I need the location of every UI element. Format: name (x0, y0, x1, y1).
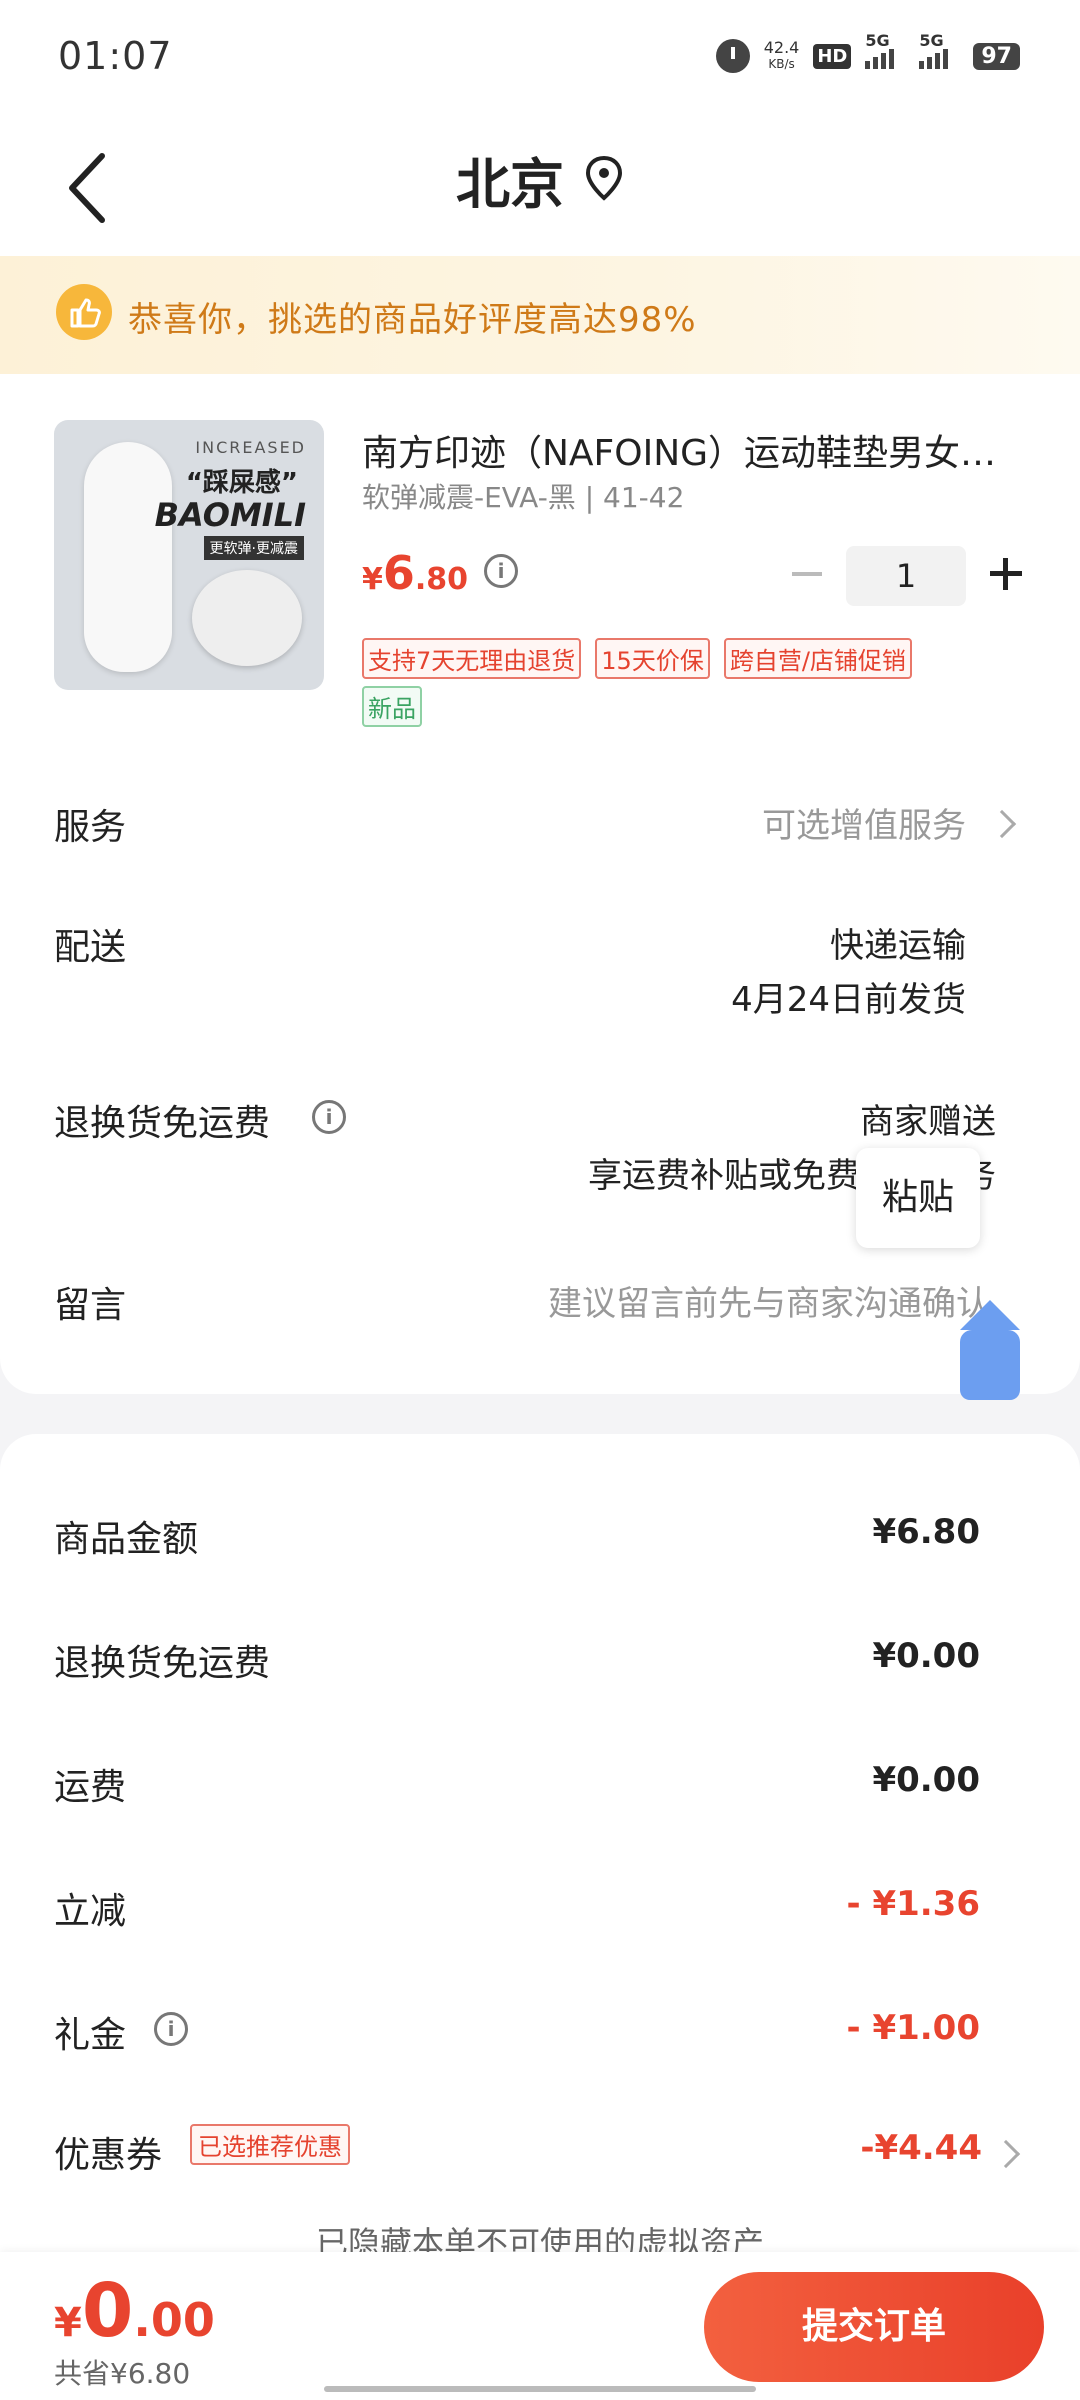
product-spec[interactable]: 软弹减震-EVA-黑 | 41-42 (362, 476, 684, 516)
paste-popup[interactable]: 粘贴 (856, 1148, 980, 1248)
return-fee-value: ¥0.00 (872, 1636, 980, 1676)
price-symbol: ¥ (362, 562, 383, 597)
goods-amount-value: ¥6.80 (872, 1512, 980, 1552)
signal-label-2: 5G (919, 31, 944, 50)
product-tags: 支持7天无理由退货 15天价保 跨自营/店铺促销 (362, 638, 912, 679)
insole-image (84, 442, 172, 672)
quantity-plus-button[interactable] (986, 554, 1026, 594)
delivery-method[interactable]: 快递运输 (830, 918, 966, 967)
signal-icon-2: 5G (919, 31, 959, 69)
status-time: 01:07 (58, 34, 173, 78)
page-title[interactable]: 北京 (0, 140, 1080, 219)
instant-discount-value: - ¥1.36 (846, 1884, 981, 1924)
thumbs-up-icon (56, 284, 112, 340)
total-int: 0 (81, 2268, 134, 2354)
coupon-label[interactable]: 优惠券 (54, 2126, 162, 2178)
gift-value: - ¥1.00 (846, 2008, 981, 2048)
hd-icon: HD (813, 43, 852, 69)
return-shipping-value: 商家赠送 (860, 1102, 996, 1142)
product-image[interactable]: INCREASED “踩屎感” BAOMILI 更软弹·更减震 (54, 420, 324, 690)
service-value[interactable]: 可选增值服务 (762, 798, 966, 847)
image-text-2: “踩屎感” (185, 468, 298, 498)
instant-discount-label: 立减 (54, 1891, 127, 1932)
price-info-icon[interactable]: i (484, 554, 518, 588)
coupon-tag: 已选推荐优惠 (190, 2124, 350, 2165)
tag-promo: 跨自营/店铺促销 (723, 638, 912, 679)
network-speed-unit: KB/s (768, 57, 795, 71)
saved-amount: 共省¥6.80 (54, 2357, 191, 2390)
banner-text: 恭喜你，挑选的商品好评度高达98% (128, 300, 697, 340)
alarm-icon (715, 39, 750, 73)
gift-label: 礼金 (54, 2015, 127, 2056)
service-chevron-icon[interactable] (987, 809, 1017, 839)
image-text-1: INCREASED (195, 438, 306, 457)
price-dec: .80 (414, 562, 469, 597)
tag-new: 新品 (362, 686, 422, 727)
total-price: ¥0.00 (54, 2268, 215, 2354)
signal-icon-1: 5G (865, 31, 905, 69)
text-cursor-handle[interactable] (960, 1300, 1020, 1400)
location-pin-icon[interactable] (584, 154, 624, 202)
price-int: 6 (382, 546, 415, 600)
quantity-minus-button[interactable] (786, 554, 826, 594)
submit-order-button[interactable]: 提交订单 (704, 2272, 1044, 2382)
image-text-4: 更软弹·更减震 (203, 536, 304, 560)
quantity-input[interactable]: 1 (846, 546, 966, 606)
foam-image (192, 570, 302, 666)
goods-amount-label: 商品金额 (54, 1519, 199, 1560)
status-icons: 42.4 KB/s HD 5G 5G 97 (715, 31, 1020, 76)
shipping-value: ¥0.00 (872, 1760, 980, 1800)
home-indicator[interactable] (324, 2386, 756, 2392)
total-symbol: ¥ (54, 2300, 82, 2346)
tag-return: 支持7天无理由退货 (362, 638, 582, 679)
network-speed-value: 42.4 (763, 38, 800, 57)
delivery-label: 配送 (54, 927, 127, 968)
battery-icon: 97 (973, 42, 1020, 70)
header: 北京 (0, 118, 1080, 256)
tag-price-protect: 15天价保 (595, 638, 710, 679)
product-price: ¥6.80 (362, 546, 468, 600)
network-speed: 42.4 KB/s (764, 40, 800, 72)
delivery-date[interactable]: 4月24日前发货 (731, 972, 966, 1021)
gift-info-icon[interactable]: i (154, 2012, 188, 2046)
shipping-label: 运费 (54, 1767, 127, 1808)
praise-banner: 恭喜你，挑选的商品好评度高达98% (0, 256, 1080, 374)
message-label: 留言 (54, 1285, 127, 1326)
coupon-value[interactable]: -¥4.44 (860, 2128, 982, 2168)
return-shipping-info-icon[interactable]: i (312, 1100, 346, 1134)
status-bar: 01:07 42.4 KB/s HD 5G 5G 97 (0, 0, 1080, 118)
message-input[interactable]: 建议留言前先与商家沟通确认 (548, 1276, 990, 1325)
product-title[interactable]: 南方印迹（NAFOING）运动鞋垫男女款软弹减震EVA (362, 424, 1022, 476)
service-label: 服务 (54, 807, 127, 848)
image-text-3: BAOMILI (154, 496, 306, 534)
total-dec: .00 (133, 2293, 215, 2347)
return-fee-label: 退换货免运费 (54, 1643, 271, 1684)
return-shipping-label: 退换货免运费 (54, 1103, 271, 1144)
signal-label-1: 5G (865, 31, 890, 50)
bottom-bar: ¥0.00 共省¥6.80 提交订单 (0, 2252, 1080, 2400)
